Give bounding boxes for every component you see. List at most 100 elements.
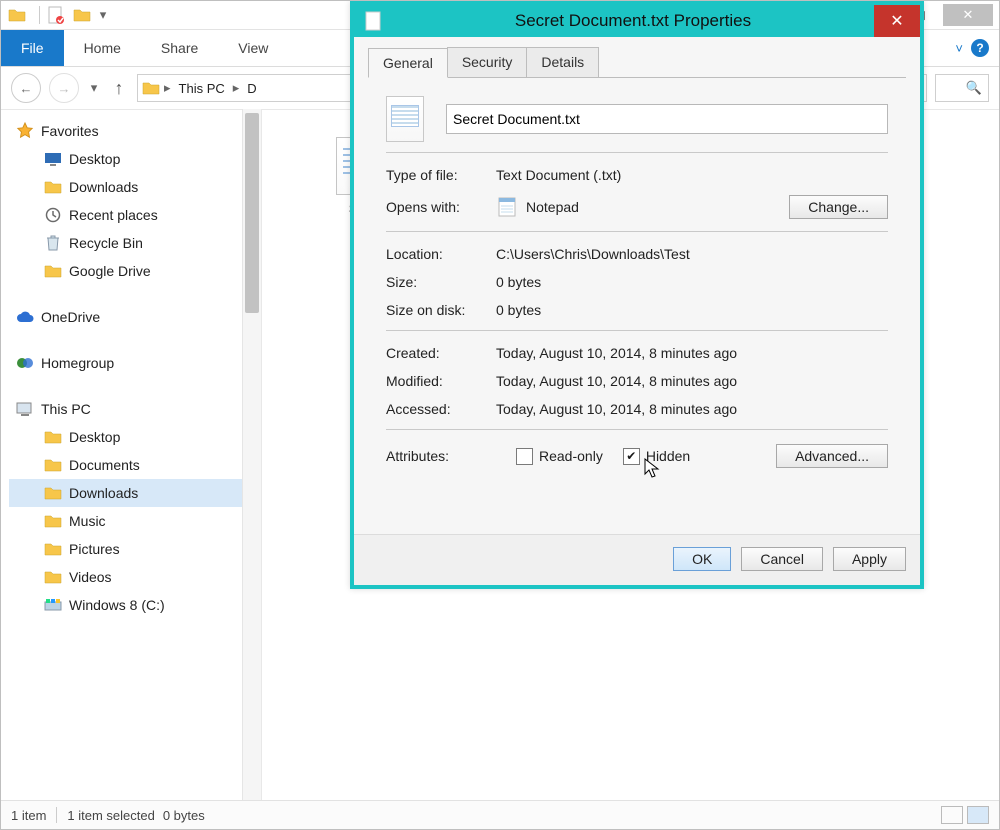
sizeondisk-label: Size on disk: bbox=[386, 302, 496, 318]
sidebar-favorites[interactable]: Favorites bbox=[9, 117, 257, 145]
folder-icon bbox=[43, 567, 63, 587]
separator bbox=[39, 6, 40, 24]
icons-view-icon[interactable] bbox=[967, 806, 989, 824]
sidebar-item-label: Music bbox=[69, 513, 106, 529]
sidebar-label: This PC bbox=[41, 401, 91, 417]
ribbon-file-tab[interactable]: File bbox=[1, 30, 64, 66]
general-panel: Type of file: Text Document (.txt) Opens… bbox=[368, 78, 906, 530]
dialog-close-button[interactable]: ✕ bbox=[874, 5, 920, 37]
sidebar-item-music[interactable]: Music bbox=[9, 507, 257, 535]
created-label: Created: bbox=[386, 345, 496, 361]
sidebar-item-label: Documents bbox=[69, 457, 140, 473]
tab-security[interactable]: Security bbox=[447, 47, 528, 77]
filename-input[interactable] bbox=[446, 104, 888, 134]
change-button[interactable]: Change... bbox=[789, 195, 888, 219]
monitor-icon bbox=[43, 149, 63, 169]
sidebar-item-label: Desktop bbox=[69, 151, 120, 167]
ribbon-tab-home[interactable]: Home bbox=[64, 30, 141, 66]
pc-icon bbox=[15, 399, 35, 419]
modified-value: Today, August 10, 2014, 8 minutes ago bbox=[496, 373, 737, 389]
sidebar-item-gdrive[interactable]: Google Drive bbox=[9, 257, 257, 285]
opens-with-label: Opens with: bbox=[386, 199, 496, 215]
sidebar-item-drive-c[interactable]: Windows 8 (C:) bbox=[9, 591, 257, 619]
attributes-label: Attributes: bbox=[386, 448, 496, 464]
up-button[interactable]: ↑ bbox=[109, 78, 129, 99]
dialog-title: Secret Document.txt Properties bbox=[392, 11, 874, 31]
sidebar-homegroup[interactable]: Homegroup bbox=[9, 349, 257, 377]
status-item-count: 1 item bbox=[11, 808, 46, 823]
readonly-checkbox[interactable]: Read-only bbox=[516, 448, 603, 465]
file-icon bbox=[360, 9, 386, 33]
ok-button[interactable]: OK bbox=[673, 547, 731, 571]
ribbon-collapse-icon[interactable]: ˅ bbox=[955, 41, 963, 56]
apply-button[interactable]: Apply bbox=[833, 547, 906, 571]
sidebar-item-label: Pictures bbox=[69, 541, 120, 557]
breadcrumb-thispc[interactable]: This PC bbox=[173, 81, 231, 96]
cursor-icon bbox=[644, 458, 662, 480]
sidebar-item-desktop2[interactable]: Desktop bbox=[9, 423, 257, 451]
sidebar-item-label: Downloads bbox=[69, 485, 138, 501]
folder-icon bbox=[43, 177, 63, 197]
readonly-label: Read-only bbox=[539, 448, 603, 464]
close-button[interactable]: ✕ bbox=[943, 4, 993, 26]
breadcrumb-next[interactable]: D bbox=[241, 81, 262, 96]
checkbox-icon bbox=[516, 448, 533, 465]
folder-icon bbox=[43, 483, 63, 503]
sidebar-item-videos[interactable]: Videos bbox=[9, 563, 257, 591]
sidebar-item-desktop[interactable]: Desktop bbox=[9, 145, 257, 173]
location-value: C:\Users\Chris\Downloads\Test bbox=[496, 246, 690, 262]
tab-details[interactable]: Details bbox=[526, 47, 599, 77]
sidebar-scrollbar[interactable]: ▴ ▾ bbox=[242, 109, 261, 801]
sidebar-item-recycle[interactable]: Recycle Bin bbox=[9, 229, 257, 257]
sidebar-item-label: Downloads bbox=[69, 179, 138, 195]
sidebar-item-label: Google Drive bbox=[69, 263, 151, 279]
dialog-titlebar[interactable]: Secret Document.txt Properties ✕ bbox=[354, 5, 920, 37]
opens-with-value: Notepad bbox=[526, 199, 579, 215]
folder-icon bbox=[43, 427, 63, 447]
qat-dropdown-icon[interactable]: ▾ bbox=[98, 5, 108, 25]
ribbon-tab-view[interactable]: View bbox=[218, 30, 288, 66]
sidebar-label: OneDrive bbox=[41, 309, 100, 325]
sidebar-onedrive[interactable]: OneDrive bbox=[9, 303, 257, 331]
new-folder-icon[interactable] bbox=[72, 5, 92, 25]
ribbon-tab-share[interactable]: Share bbox=[141, 30, 218, 66]
sidebar-item-label: Videos bbox=[69, 569, 112, 585]
accessed-label: Accessed: bbox=[386, 401, 496, 417]
trash-icon bbox=[43, 233, 63, 253]
properties-icon[interactable] bbox=[46, 5, 66, 25]
scrollbar-thumb[interactable] bbox=[245, 113, 259, 313]
back-button[interactable]: ← bbox=[11, 73, 41, 103]
cancel-button[interactable]: Cancel bbox=[741, 547, 823, 571]
help-icon[interactable]: ? bbox=[971, 39, 989, 57]
chevron-right-icon[interactable]: ▸ bbox=[231, 80, 242, 96]
history-dropdown-icon[interactable]: ▾ bbox=[87, 80, 101, 96]
sidebar-item-downloads[interactable]: Downloads bbox=[9, 173, 257, 201]
type-label: Type of file: bbox=[386, 167, 496, 183]
sidebar-item-documents[interactable]: Documents bbox=[9, 451, 257, 479]
chevron-right-icon[interactable]: ▸ bbox=[162, 80, 173, 96]
sidebar-item-recent[interactable]: Recent places bbox=[9, 201, 257, 229]
properties-dialog: Secret Document.txt Properties ✕ General… bbox=[350, 1, 924, 589]
status-selected: 1 item selected bbox=[67, 808, 154, 823]
sidebar-item-pictures[interactable]: Pictures bbox=[9, 535, 257, 563]
forward-button[interactable]: → bbox=[49, 73, 79, 103]
cloud-icon bbox=[15, 307, 35, 327]
notepad-icon bbox=[496, 196, 518, 218]
navigation-pane: Favorites Desktop Downloads Recent place… bbox=[1, 109, 262, 801]
dialog-button-row: OK Cancel Apply bbox=[354, 534, 920, 585]
size-value: 0 bytes bbox=[496, 274, 541, 290]
folder-icon[interactable] bbox=[7, 5, 27, 25]
details-view-icon[interactable] bbox=[941, 806, 963, 824]
homegroup-icon bbox=[15, 353, 35, 373]
tab-general[interactable]: General bbox=[368, 48, 448, 78]
advanced-button[interactable]: Advanced... bbox=[776, 444, 888, 468]
checkbox-icon: ✔ bbox=[623, 448, 640, 465]
sidebar-item-downloads2[interactable]: Downloads bbox=[9, 479, 257, 507]
sidebar-thispc[interactable]: This PC bbox=[9, 395, 257, 423]
breadcrumb-folder-icon bbox=[140, 77, 162, 99]
accessed-value: Today, August 10, 2014, 8 minutes ago bbox=[496, 401, 737, 417]
created-value: Today, August 10, 2014, 8 minutes ago bbox=[496, 345, 737, 361]
search-box[interactable]: 🔍 bbox=[935, 74, 989, 102]
search-icon: 🔍 bbox=[966, 80, 982, 96]
sidebar-label: Favorites bbox=[41, 123, 99, 139]
